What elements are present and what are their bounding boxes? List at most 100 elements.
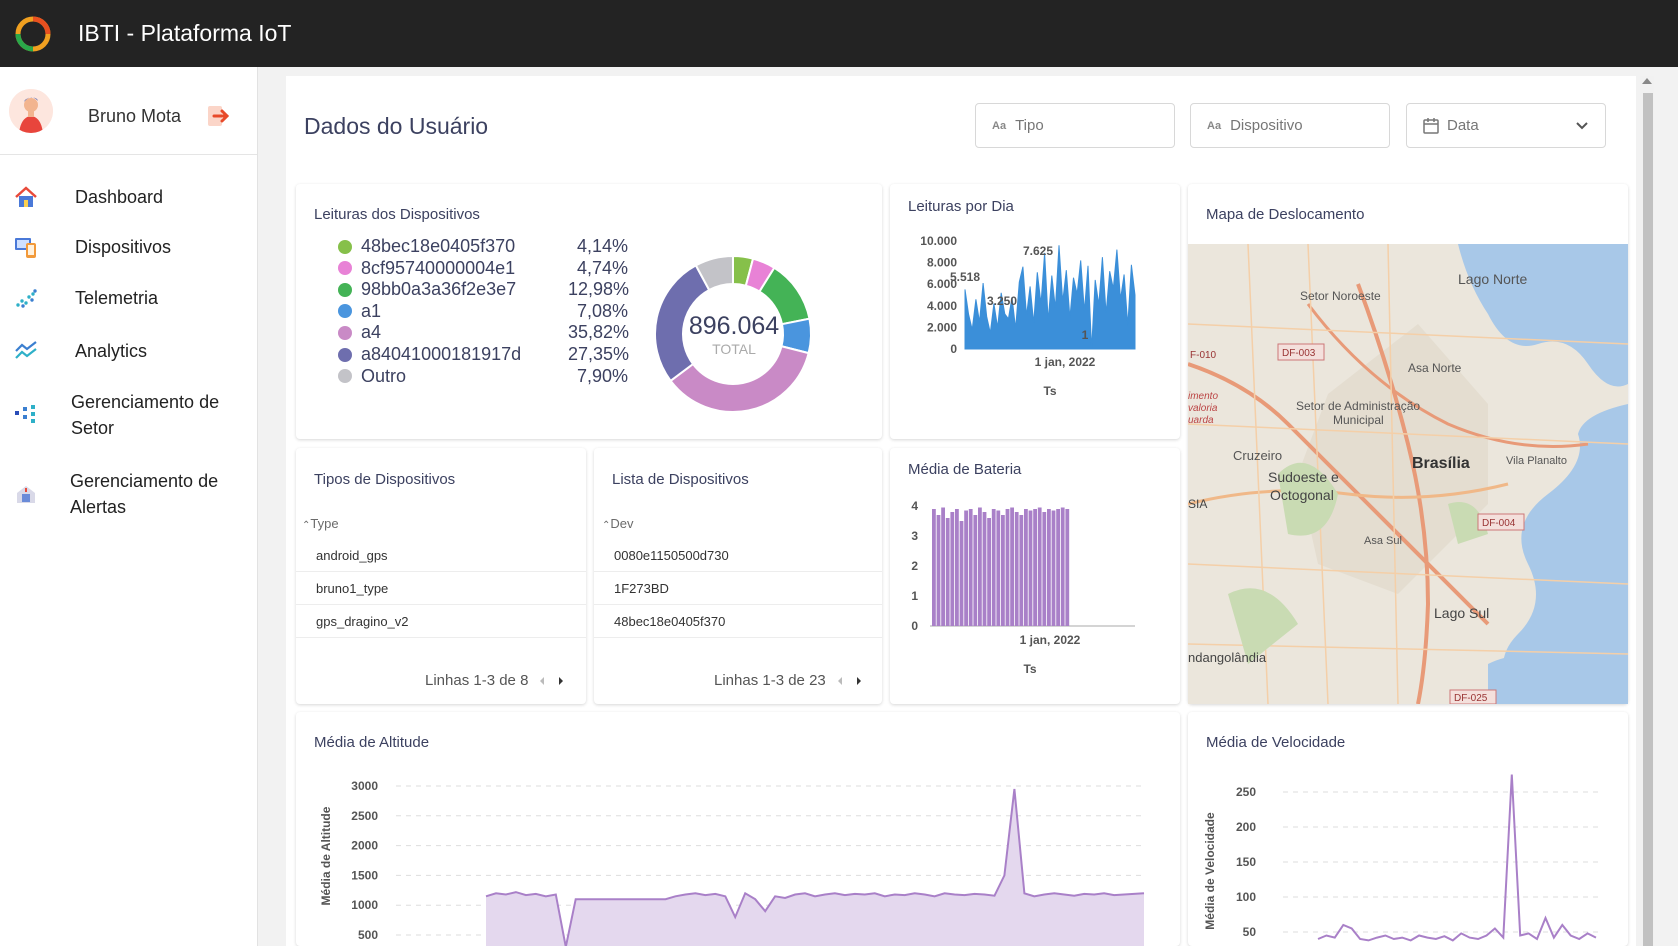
bar[interactable]: [1010, 507, 1014, 627]
column-header-label: Dev: [610, 516, 634, 531]
sidebar-item-dispositivos[interactable]: Dispositivos: [0, 227, 258, 267]
y-tick-label: 100: [1236, 890, 1256, 904]
map-view[interactable]: Lago Norte Setor Noroeste DF-003 F-010 A…: [1188, 244, 1628, 704]
column-header-dev[interactable]: ⌃Dev: [602, 516, 634, 531]
map-label: SIA: [1188, 497, 1207, 511]
bar[interactable]: [1001, 515, 1005, 626]
logout-icon[interactable]: [208, 106, 230, 126]
sidebar-item-gerenciamento-setor[interactable]: Gerenciamento de Setor: [0, 385, 258, 445]
text-type-icon: Aa: [1207, 119, 1222, 132]
bar[interactable]: [932, 509, 936, 626]
card-mapa: Mapa de Deslocamento Lago Norte Setor No…: [1188, 184, 1628, 704]
bar[interactable]: [968, 509, 973, 626]
app-title: IBTI - Plataforma IoT: [78, 20, 292, 46]
bar[interactable]: [1019, 515, 1024, 626]
sidebar-item-label: Analytics: [75, 341, 148, 361]
legend-item[interactable]: a84041000181917d 27,35%: [338, 344, 629, 365]
map-label: F-010: [1190, 350, 1217, 361]
bar[interactable]: [1047, 509, 1051, 626]
legend-item[interactable]: a1 7,08%: [338, 301, 628, 322]
table-row[interactable]: gps_dragino_v2: [296, 605, 586, 638]
scrollbar-thumb[interactable]: [1643, 93, 1653, 946]
card-title: Leituras por Dia: [908, 198, 1014, 215]
legend-dot: [338, 369, 352, 384]
sidebar-item-analytics[interactable]: Analytics: [0, 333, 258, 373]
bar[interactable]: [1024, 509, 1028, 626]
bar[interactable]: [941, 507, 945, 627]
map-label: valoria: [1188, 403, 1218, 414]
bar[interactable]: [1065, 509, 1070, 626]
legend-label: a84041000181917d: [361, 344, 522, 364]
map-label: Sudoeste e: [1268, 469, 1339, 485]
bar[interactable]: [1005, 509, 1010, 626]
table-row[interactable]: 0080e1150500d730: [594, 539, 882, 572]
bar[interactable]: [973, 515, 978, 626]
legend-dot: [338, 347, 352, 362]
series-line[interactable]: [1317, 774, 1597, 942]
sidebar-item-gerenciamento-alertas[interactable]: Gerenciamento de Alertas: [0, 464, 258, 524]
bar[interactable]: [950, 512, 955, 626]
y-tick-label: 250: [1236, 785, 1256, 799]
bar[interactable]: [955, 509, 959, 626]
card-title: Média de Velocidade: [1206, 734, 1346, 751]
table-row[interactable]: bruno1_type: [296, 572, 586, 605]
bar[interactable]: [1051, 510, 1056, 627]
table-row[interactable]: 1F273BD: [594, 572, 882, 605]
y-tick-label: 150: [1236, 855, 1256, 869]
bar[interactable]: [982, 512, 987, 626]
data-label: 3.250: [987, 294, 1017, 308]
filter-dispositivo[interactable]: Aa Dispositivo: [1190, 103, 1390, 148]
bar[interactable]: [1014, 512, 1019, 626]
prev-page-icon[interactable]: [537, 675, 547, 687]
bar[interactable]: [991, 509, 996, 626]
next-page-icon[interactable]: [556, 675, 566, 687]
legend-item[interactable]: a4 35,82%: [338, 322, 629, 343]
map-label: Asa Sul: [1364, 535, 1402, 547]
filter-data[interactable]: Data: [1406, 103, 1606, 148]
bar[interactable]: [964, 510, 968, 627]
y-tick-label: 1500: [351, 868, 378, 882]
avatar[interactable]: [9, 88, 53, 133]
table-row[interactable]: android_gps: [296, 539, 586, 572]
next-page-icon[interactable]: [854, 675, 864, 687]
map-label: uarda: [1188, 415, 1214, 426]
series-area[interactable]: [486, 789, 1144, 946]
y-tick-label: 2000: [351, 839, 378, 853]
velocidade-chart[interactable]: Média de Velocidade 250 200 150 100 50: [1188, 756, 1628, 946]
bar[interactable]: [1028, 510, 1033, 627]
sidebar-item-telemetria[interactable]: Telemetria: [0, 280, 258, 320]
filter-tipo[interactable]: Aa Tipo: [975, 103, 1175, 148]
bar[interactable]: [945, 518, 950, 626]
bar[interactable]: [936, 515, 941, 626]
leituras-dia-chart[interactable]: 10.0008.0006.0004.0002.00005.5187.6253.2…: [890, 219, 1180, 439]
legend-item[interactable]: Outro 7,90%: [338, 366, 628, 387]
prev-page-icon[interactable]: [835, 675, 845, 687]
table-cell: 1F273BD: [614, 581, 669, 596]
sidebar-item-dashboard[interactable]: Dashboard: [0, 177, 258, 217]
legend-item[interactable]: 48bec18e0405f370 4,14%: [338, 236, 628, 257]
bateria-chart[interactable]: 4 3 2 1 0 1 jan, 2022 Ts: [890, 484, 1180, 704]
legend-label: a1: [361, 300, 382, 321]
bar[interactable]: [1037, 507, 1042, 627]
legend-item[interactable]: 8cf95740000004e1 4,74%: [338, 258, 628, 279]
app-logo-icon[interactable]: [14, 15, 52, 53]
bar[interactable]: [1042, 512, 1047, 626]
bar[interactable]: [959, 521, 964, 626]
column-header-type[interactable]: ⌃Type: [302, 516, 339, 531]
scroll-up-arrow-icon[interactable]: [1642, 78, 1652, 84]
map-label: Cruzeiro: [1233, 448, 1282, 463]
bar[interactable]: [978, 507, 982, 627]
legend-label: Outro: [361, 365, 407, 386]
bar[interactable]: [996, 510, 1001, 627]
telemetry-icon: [16, 289, 37, 308]
bar[interactable]: [1056, 509, 1060, 626]
table-row[interactable]: 48bec18e0405f370: [594, 605, 882, 638]
legend-value: 7,08%: [576, 300, 628, 321]
legend-item[interactable]: 98bb0a3a36f2e3e7 12,98%: [338, 279, 629, 300]
bar[interactable]: [1033, 509, 1037, 626]
altitude-chart[interactable]: Média de Altitude 3000 2500 2000 1500 1000 500: [296, 756, 1180, 946]
bar[interactable]: [1060, 507, 1065, 627]
calendar-icon: [1423, 117, 1439, 134]
bar[interactable]: [987, 518, 991, 626]
table-cell: gps_dragino_v2: [316, 614, 409, 629]
